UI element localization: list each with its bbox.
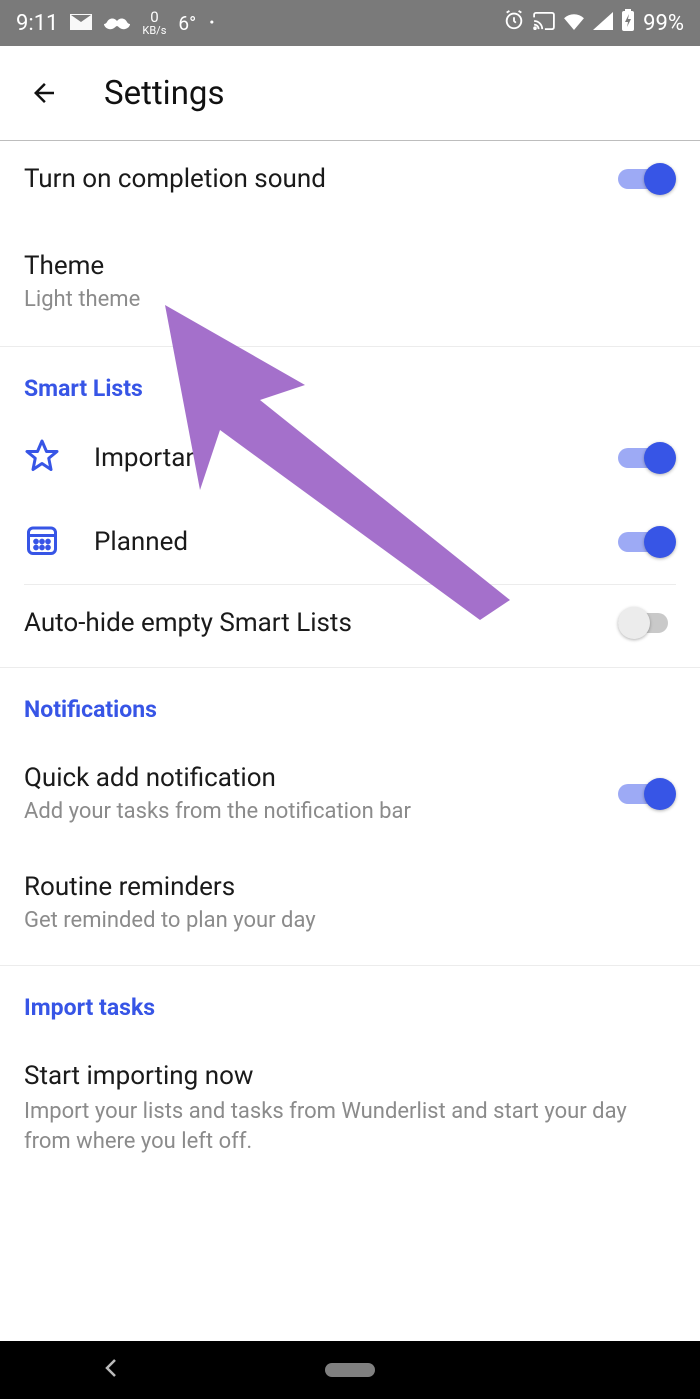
page-title: Settings [104, 74, 225, 113]
routine-reminders-label: Routine reminders [24, 872, 676, 902]
mail-icon [70, 11, 92, 36]
quick-add-label: Quick add notification [24, 763, 618, 793]
status-time: 9:11 [16, 11, 58, 36]
cast-icon [533, 11, 555, 36]
back-button[interactable] [24, 73, 64, 113]
theme-value: Light theme [24, 287, 676, 312]
smart-list-planned-label: Planned [94, 527, 618, 557]
chevron-left-icon [103, 1358, 119, 1378]
start-import-row[interactable]: Start importing now Import your lists an… [0, 1035, 700, 1178]
smart-lists-header: Smart Lists [0, 347, 700, 416]
app-toolbar: Settings [0, 46, 700, 141]
arrow-back-icon [29, 78, 59, 108]
autohide-toggle[interactable] [618, 607, 676, 639]
routine-reminders-sub: Get reminded to plan your day [24, 908, 676, 933]
quick-add-sub: Add your tasks from the notification bar [24, 799, 618, 824]
status-temp: 6° [178, 12, 196, 35]
calendar-icon [24, 522, 60, 562]
smart-list-important-row[interactable]: Important [0, 416, 700, 500]
settings-list: Turn on completion sound Theme Light the… [0, 141, 700, 1178]
battery-icon [621, 9, 635, 37]
autohide-label: Auto-hide empty Smart Lists [24, 608, 618, 638]
smart-list-important-label: Important [94, 443, 618, 473]
nav-home-button[interactable] [325, 1363, 375, 1377]
theme-label: Theme [24, 251, 676, 281]
star-icon [24, 438, 60, 478]
routine-reminders-row[interactable]: Routine reminders Get reminded to plan y… [0, 846, 700, 955]
import-header: Import tasks [0, 966, 700, 1035]
system-nav-bar [0, 1341, 700, 1399]
smart-list-planned-row[interactable]: Planned [0, 500, 700, 584]
notifications-header: Notifications [0, 668, 700, 737]
nav-back-button[interactable] [103, 1358, 119, 1382]
status-network-speed: 0 KB/s [142, 10, 166, 37]
completion-sound-row[interactable]: Turn on completion sound [0, 141, 700, 217]
status-bar: 9:11 0 KB/s 6° · 99% [0, 0, 700, 46]
quick-add-row[interactable]: Quick add notification Add your tasks fr… [0, 737, 700, 846]
quick-add-toggle[interactable] [618, 778, 676, 810]
completion-sound-toggle[interactable] [618, 163, 676, 195]
autohide-row[interactable]: Auto-hide empty Smart Lists [0, 585, 700, 661]
smart-list-important-toggle[interactable] [618, 442, 676, 474]
smart-list-planned-toggle[interactable] [618, 526, 676, 558]
wifi-icon [563, 11, 585, 36]
mustache-icon [104, 11, 130, 36]
start-import-sub: Import your lists and tasks from Wunderl… [24, 1097, 676, 1156]
completion-sound-label: Turn on completion sound [24, 164, 618, 194]
theme-row[interactable]: Theme Light theme [0, 217, 700, 346]
status-battery-pct: 99% [643, 11, 684, 36]
signal-icon [593, 11, 613, 36]
start-import-label: Start importing now [24, 1061, 676, 1091]
alarm-icon [503, 9, 525, 37]
